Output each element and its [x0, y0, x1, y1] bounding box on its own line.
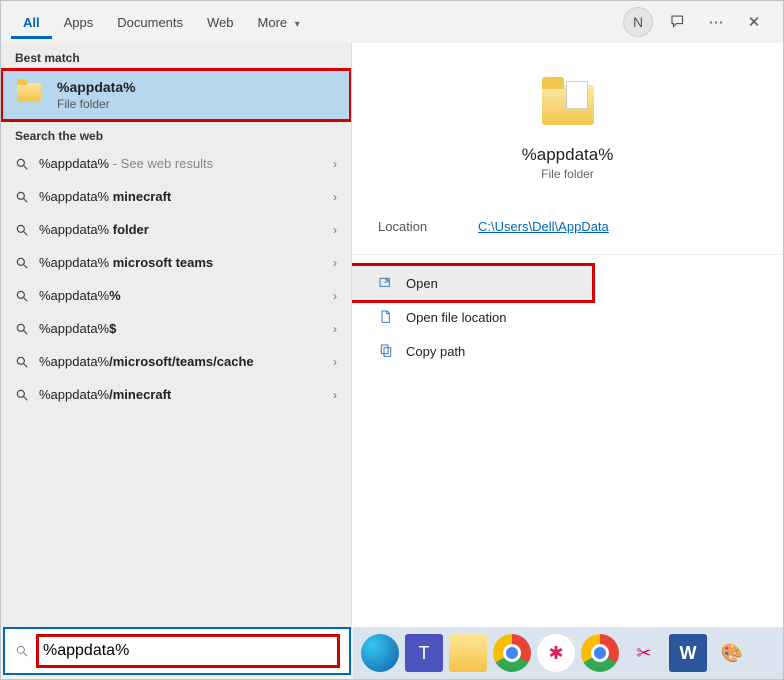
folder-icon: [15, 79, 45, 105]
tab-more[interactable]: More ▾: [246, 5, 312, 39]
web-result-item[interactable]: %appdata%$ ›: [1, 312, 351, 345]
tab-web[interactable]: Web: [195, 5, 246, 39]
search-input[interactable]: [41, 641, 335, 661]
taskbar-paint-icon[interactable]: 🎨: [713, 634, 751, 672]
taskbar-explorer-icon[interactable]: [449, 634, 487, 672]
best-match-title: %appdata%: [57, 79, 136, 95]
copy-icon: [378, 343, 394, 359]
search-icon: [15, 388, 29, 402]
web-result-label: %appdata% microsoft teams: [39, 255, 323, 270]
search-icon: [15, 322, 29, 336]
location-row: Location C:\Users\Dell\AppData: [352, 205, 783, 248]
more-options-icon[interactable]: ⋯: [697, 3, 735, 41]
search-box[interactable]: [3, 627, 351, 675]
search-icon: [15, 289, 29, 303]
search-icon: [15, 256, 29, 270]
action-copy-path-label: Copy path: [406, 344, 465, 359]
web-result-label: %appdata%/minecraft: [39, 387, 323, 402]
tab-apps[interactable]: Apps: [52, 5, 106, 39]
tab-documents[interactable]: Documents: [105, 5, 195, 39]
chevron-right-icon: ›: [333, 190, 337, 204]
section-best-match: Best match: [1, 43, 351, 69]
file-location-icon: [378, 309, 394, 325]
preview-panel: %appdata% File folder Location C:\Users\…: [351, 43, 783, 629]
chevron-right-icon: ›: [333, 157, 337, 171]
tab-more-label: More: [258, 15, 288, 30]
results-panel: Best match %appdata% File folder Search …: [1, 43, 351, 629]
search-icon: [15, 644, 29, 658]
close-icon[interactable]: ✕: [735, 3, 773, 41]
action-copy-path[interactable]: Copy path: [352, 334, 783, 368]
best-match-subtitle: File folder: [57, 97, 136, 111]
web-result-item[interactable]: %appdata% folder ›: [1, 213, 351, 246]
web-result-label: %appdata% folder: [39, 222, 323, 237]
taskbar-chrome2-icon[interactable]: [581, 634, 619, 672]
user-avatar[interactable]: N: [623, 7, 653, 37]
open-icon: [378, 275, 394, 291]
chevron-down-icon: ▾: [295, 19, 300, 30]
web-results-list: %appdata% - See web results›%appdata% mi…: [1, 147, 351, 411]
taskbar-word-icon[interactable]: W: [669, 634, 707, 672]
web-result-label: %appdata% - See web results: [39, 156, 323, 171]
taskbar-edge-icon[interactable]: [361, 634, 399, 672]
search-icon: [15, 223, 29, 237]
best-match-text: %appdata% File folder: [57, 79, 136, 111]
top-tab-bar: All Apps Documents Web More ▾ N ⋯ ✕: [1, 1, 783, 43]
search-icon: [15, 190, 29, 204]
taskbar-teams-icon[interactable]: T: [405, 634, 443, 672]
section-search-web: Search the web: [1, 121, 351, 147]
chevron-right-icon: ›: [333, 355, 337, 369]
web-result-item[interactable]: %appdata%/microsoft/teams/cache ›: [1, 345, 351, 378]
web-result-label: %appdata% minecraft: [39, 189, 323, 204]
tab-all[interactable]: All: [11, 5, 52, 39]
web-result-label: %appdata%%: [39, 288, 323, 303]
action-open[interactable]: Open: [352, 266, 592, 300]
location-link[interactable]: C:\Users\Dell\AppData: [478, 219, 609, 234]
preview-folder-icon: [536, 75, 600, 131]
chevron-right-icon: ›: [333, 322, 337, 336]
chevron-right-icon: ›: [333, 388, 337, 402]
preview-subtitle: File folder: [352, 167, 783, 181]
web-result-item[interactable]: %appdata% minecraft ›: [1, 180, 351, 213]
taskbar: T ✱ ✂ W 🎨: [353, 627, 783, 679]
web-result-label: %appdata%/microsoft/teams/cache: [39, 354, 323, 369]
web-result-label: %appdata%$: [39, 321, 323, 336]
action-open-location-label: Open file location: [406, 310, 506, 325]
action-open-location[interactable]: Open file location: [352, 300, 783, 334]
web-result-item[interactable]: %appdata%% ›: [1, 279, 351, 312]
web-result-item[interactable]: %appdata% - See web results ›: [1, 147, 351, 180]
search-icon: [15, 157, 29, 171]
taskbar-snip-icon[interactable]: ✂: [625, 634, 663, 672]
taskbar-slack-icon[interactable]: ✱: [537, 634, 575, 672]
chevron-right-icon: ›: [333, 289, 337, 303]
web-result-item[interactable]: %appdata%/minecraft ›: [1, 378, 351, 411]
feedback-icon[interactable]: [659, 3, 697, 41]
chevron-right-icon: ›: [333, 256, 337, 270]
search-icon: [15, 355, 29, 369]
action-open-label: Open: [406, 276, 438, 291]
web-result-item[interactable]: %appdata% microsoft teams ›: [1, 246, 351, 279]
preview-title: %appdata%: [352, 145, 783, 165]
location-label: Location: [378, 219, 458, 234]
chevron-right-icon: ›: [333, 223, 337, 237]
best-match-item[interactable]: %appdata% File folder: [1, 69, 351, 121]
taskbar-chrome-icon[interactable]: [493, 634, 531, 672]
bottom-bar: T ✱ ✂ W 🎨: [1, 627, 783, 679]
